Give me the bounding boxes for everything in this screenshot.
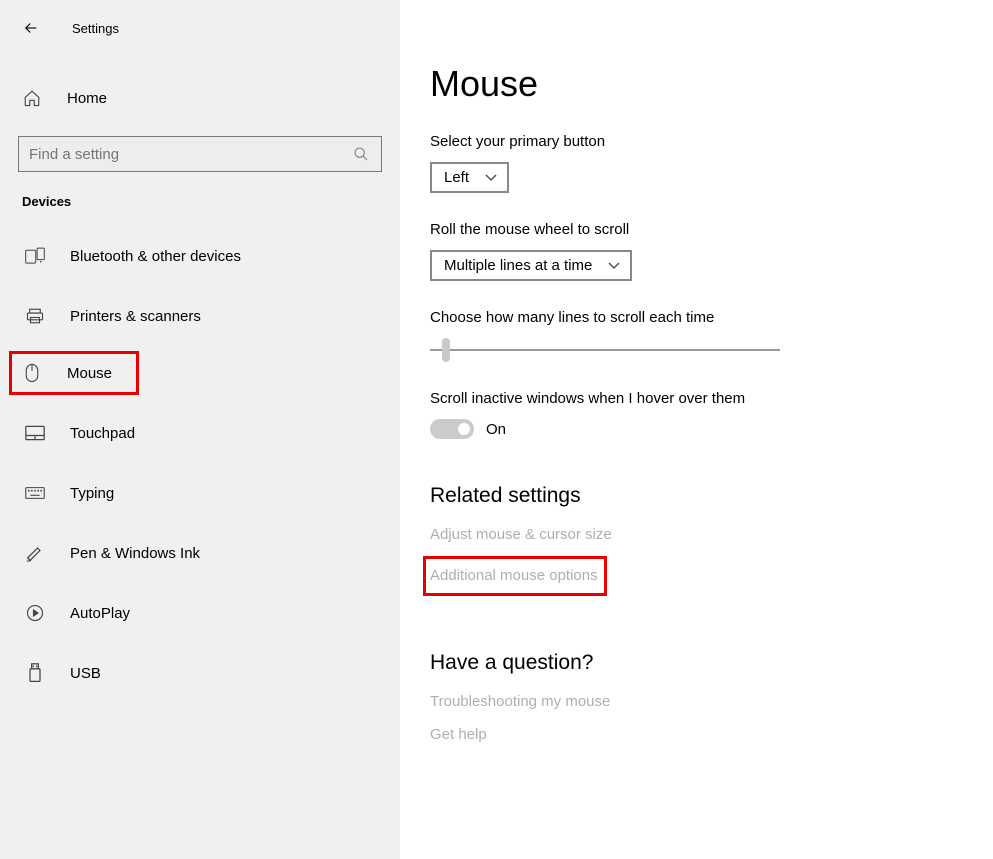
sidebar-item-printers[interactable]: Printers & scanners xyxy=(0,294,400,338)
dropdown-value: Multiple lines at a time xyxy=(444,257,592,274)
link-troubleshooting-mouse[interactable]: Troubleshooting my mouse xyxy=(430,693,610,710)
related-settings-heading: Related settings xyxy=(430,484,963,508)
link-additional-mouse-options[interactable]: Additional mouse options xyxy=(430,567,598,584)
sidebar-item-pen[interactable]: Pen & Windows Ink xyxy=(0,531,400,575)
search-container xyxy=(18,136,382,172)
sidebar-item-mouse[interactable]: Mouse xyxy=(9,351,139,395)
search-box[interactable] xyxy=(18,136,382,172)
back-button[interactable] xyxy=(22,19,40,37)
sidebar-item-autoplay[interactable]: AutoPlay xyxy=(0,591,400,635)
scroll-inactive-field: Scroll inactive windows when I hover ove… xyxy=(430,390,963,439)
link-get-help[interactable]: Get help xyxy=(430,726,487,743)
sidebar-item-touchpad[interactable]: Touchpad xyxy=(0,411,400,455)
scroll-inactive-label: Scroll inactive windows when I hover ove… xyxy=(430,390,963,407)
sidebar-item-label: Touchpad xyxy=(70,425,135,442)
toggle-knob xyxy=(458,423,470,435)
keyboard-icon xyxy=(25,483,45,503)
slider-track xyxy=(430,349,780,351)
pen-icon xyxy=(25,543,45,563)
section-header: Devices xyxy=(0,194,400,209)
chevron-down-icon xyxy=(485,174,497,182)
toggle-state: On xyxy=(486,421,506,438)
sidebar: Settings Home Devices Bluetooth & other … xyxy=(0,0,400,859)
primary-button-dropdown[interactable]: Left xyxy=(430,162,509,193)
sidebar-item-label: Bluetooth & other devices xyxy=(70,248,241,265)
printer-icon xyxy=(25,306,45,326)
home-nav[interactable]: Home xyxy=(0,78,400,118)
usb-icon xyxy=(25,663,45,683)
sidebar-item-label: Mouse xyxy=(67,365,112,382)
bluetooth-devices-icon xyxy=(25,246,45,266)
titlebar: Settings xyxy=(0,8,400,48)
sidebar-item-usb[interactable]: USB xyxy=(0,651,400,695)
main-content: Mouse Select your primary button Left Ro… xyxy=(400,0,993,859)
sidebar-item-typing[interactable]: Typing xyxy=(0,471,400,515)
primary-button-label: Select your primary button xyxy=(430,133,963,150)
sidebar-item-label: Pen & Windows Ink xyxy=(70,545,200,562)
autoplay-icon xyxy=(25,603,45,623)
lines-scroll-field: Choose how many lines to scroll each tim… xyxy=(430,309,963,362)
primary-button-field: Select your primary button Left xyxy=(430,133,963,193)
mouse-icon xyxy=(22,363,42,383)
arrow-left-icon xyxy=(22,19,40,37)
sidebar-item-bluetooth[interactable]: Bluetooth & other devices xyxy=(0,234,400,278)
roll-wheel-dropdown[interactable]: Multiple lines at a time xyxy=(430,250,632,281)
home-label: Home xyxy=(67,90,107,107)
slider-thumb[interactable] xyxy=(442,338,450,362)
roll-wheel-field: Roll the mouse wheel to scroll Multiple … xyxy=(430,221,963,281)
sidebar-item-label: Typing xyxy=(70,485,114,502)
have-question-heading: Have a question? xyxy=(430,651,963,675)
highlight-additional-mouse-options: Additional mouse options xyxy=(423,556,607,596)
lines-scroll-slider[interactable] xyxy=(430,338,780,362)
page-title: Mouse xyxy=(430,63,963,105)
scroll-inactive-toggle[interactable] xyxy=(430,419,474,439)
sidebar-item-label: USB xyxy=(70,665,101,682)
lines-scroll-label: Choose how many lines to scroll each tim… xyxy=(430,309,963,326)
link-adjust-mouse-cursor-size[interactable]: Adjust mouse & cursor size xyxy=(430,526,612,543)
home-icon xyxy=(22,88,42,108)
sidebar-item-label: AutoPlay xyxy=(70,605,130,622)
chevron-down-icon xyxy=(608,262,620,270)
dropdown-value: Left xyxy=(444,169,469,186)
roll-wheel-label: Roll the mouse wheel to scroll xyxy=(430,221,963,238)
app-title: Settings xyxy=(72,21,119,36)
search-input[interactable] xyxy=(29,146,351,163)
search-icon xyxy=(351,144,371,164)
sidebar-item-label: Printers & scanners xyxy=(70,308,201,325)
touchpad-icon xyxy=(25,423,45,443)
